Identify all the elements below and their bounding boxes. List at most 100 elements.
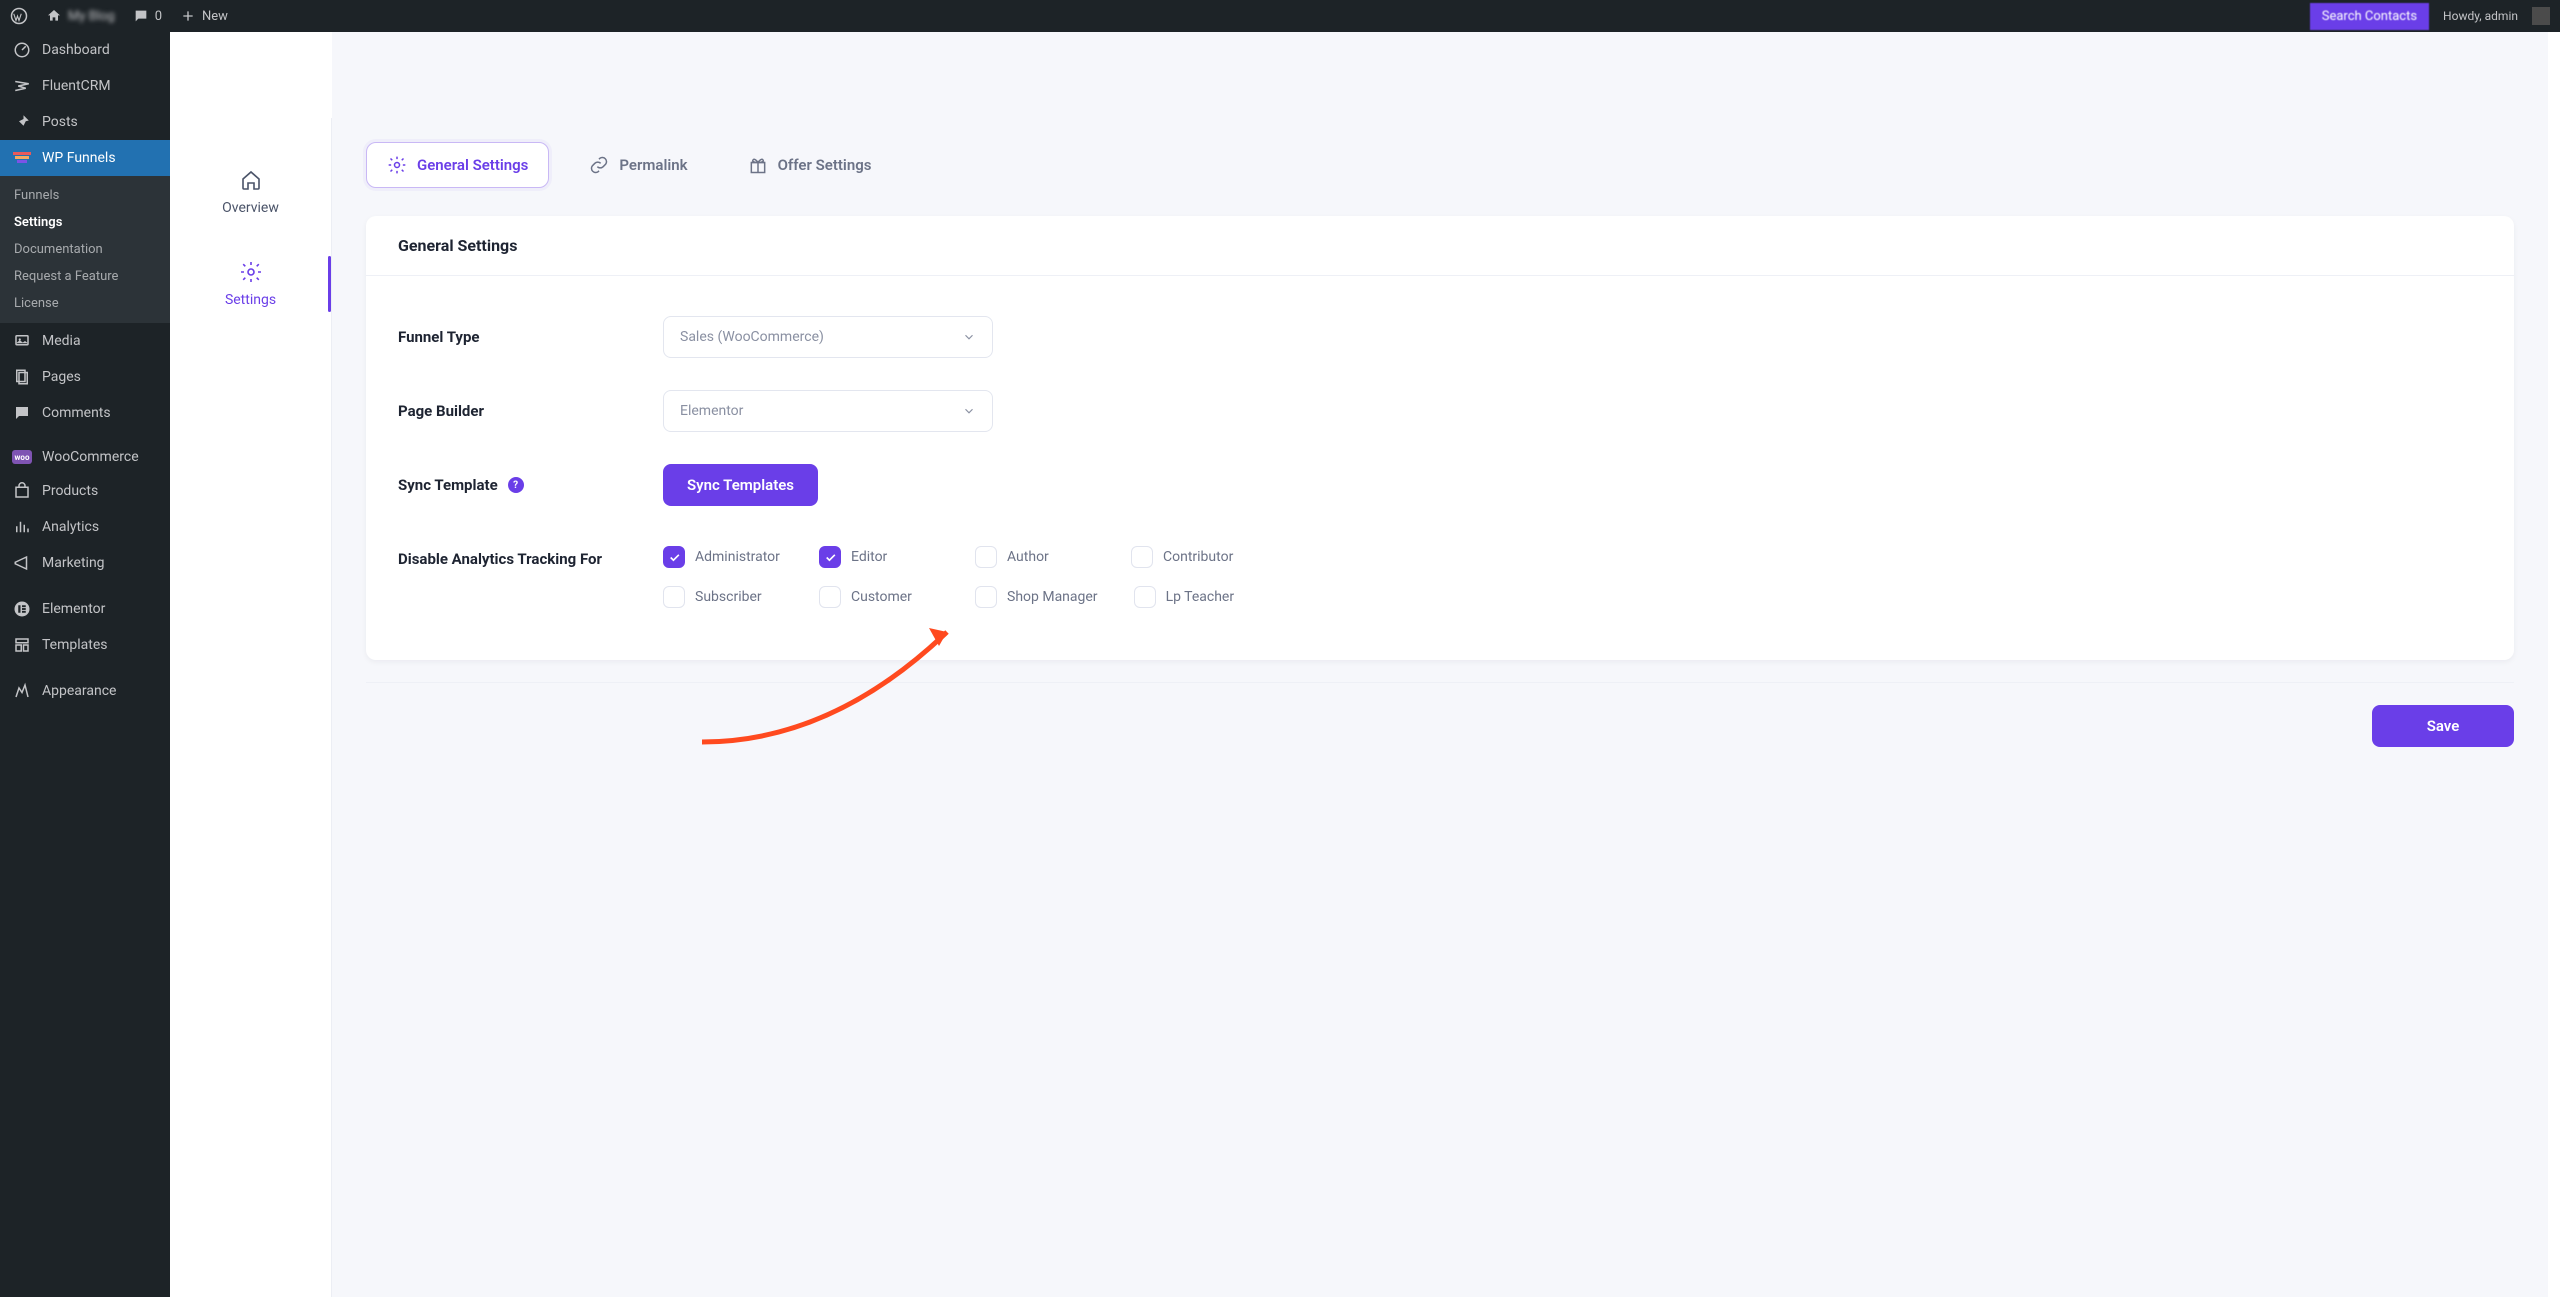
role-checkbox-author[interactable]: Author (975, 546, 1095, 568)
gift-icon (748, 155, 768, 175)
appearance-icon (12, 681, 32, 701)
tab-permalink[interactable]: Permalink (569, 142, 707, 188)
sidebar-item-media[interactable]: Media (0, 323, 170, 359)
checkbox[interactable] (819, 546, 841, 568)
tab-offer-settings[interactable]: Offer Settings (728, 142, 892, 188)
gear-icon (239, 260, 263, 284)
sidebar-item-analytics[interactable]: Analytics (0, 509, 170, 545)
wp-logo-icon[interactable] (10, 7, 28, 25)
select-funnel-type[interactable]: Sales (WooCommerce) (663, 316, 993, 358)
role-checkbox-editor[interactable]: Editor (819, 546, 939, 568)
sidebar-item-products[interactable]: Products (0, 473, 170, 509)
sidebar-item-templates[interactable]: Templates (0, 627, 170, 663)
checkbox[interactable] (1131, 546, 1153, 568)
analytics-icon (12, 517, 32, 537)
role-label: Shop Manager (1007, 589, 1098, 605)
roles-checkbox-grid: Administrator Editor Author Contributor Subs… (663, 546, 1383, 608)
pages-icon (12, 367, 32, 387)
role-checkbox-administrator[interactable]: Administrator (663, 546, 783, 568)
role-label: Administrator (695, 549, 780, 565)
search-contacts-button[interactable]: Search Contacts (2310, 3, 2429, 30)
wp-admin-sidebar: Dashboard FluentCRM Posts WP Funnels Fun… (0, 32, 170, 1297)
sync-templates-button[interactable]: Sync Templates (663, 464, 818, 506)
plugin-main: General Settings Permalink Offer Setting… (332, 32, 2548, 1297)
comments-icon (12, 403, 32, 423)
elementor-icon (12, 599, 32, 619)
panel-heading: General Settings (366, 216, 2514, 276)
label-disable-analytics: Disable Analytics Tracking For (398, 546, 663, 568)
checkbox[interactable] (663, 546, 685, 568)
sub-license[interactable]: License (0, 290, 170, 317)
sidebar-item-pages[interactable]: Pages (0, 359, 170, 395)
help-icon[interactable]: ? (508, 477, 524, 493)
checkbox[interactable] (819, 586, 841, 608)
sidebar-item-fluentcrm[interactable]: FluentCRM (0, 68, 170, 104)
role-checkbox-shop-manager[interactable]: Shop Manager (975, 586, 1098, 608)
role-checkbox-subscriber[interactable]: Subscriber (663, 586, 783, 608)
sidebar-item-woocommerce[interactable]: wooWooCommerce (0, 441, 170, 473)
tab-general-settings[interactable]: General Settings (366, 142, 549, 188)
pin-icon (12, 112, 32, 132)
wp-admin-bar: My Blog 0 New Search Contacts Howdy, adm… (0, 0, 2560, 32)
sidebar-item-elementor[interactable]: Elementor (0, 591, 170, 627)
label-funnel-type: Funnel Type (398, 328, 663, 346)
role-checkbox-customer[interactable]: Customer (819, 586, 939, 608)
gear-icon (387, 155, 407, 175)
chevron-down-icon (962, 404, 976, 418)
sidebar-item-wpfunnels[interactable]: WP Funnels (0, 140, 170, 176)
sidebar-item-posts[interactable]: Posts (0, 104, 170, 140)
general-settings-panel: General Settings Funnel Type Sales (WooC… (366, 216, 2514, 660)
row-funnel-type: Funnel Type Sales (WooCommerce) (398, 300, 2482, 374)
settings-tabs: General Settings Permalink Offer Setting… (366, 142, 2514, 188)
woocommerce-icon: woo (12, 450, 32, 464)
role-label: Customer (851, 589, 912, 605)
role-label: Contributor (1163, 549, 1233, 565)
fluentcrm-icon (12, 76, 32, 96)
site-name: My Blog (68, 9, 115, 24)
row-disable-analytics: Disable Analytics Tracking For Administr… (398, 522, 2482, 624)
settings-sidebar: Overview Settings (170, 118, 332, 1297)
products-icon (12, 481, 32, 501)
nav-overview[interactable]: Overview (170, 146, 331, 238)
role-checkbox-contributor[interactable]: Contributor (1131, 546, 1251, 568)
checkbox[interactable] (975, 546, 997, 568)
label-sync-template: Sync Template ? (398, 476, 663, 494)
new-content-link[interactable]: New (180, 8, 228, 24)
new-label: New (202, 9, 228, 24)
link-icon (589, 155, 609, 175)
role-label: Lp Teacher (1166, 589, 1235, 605)
user-avatar[interactable] (2532, 7, 2550, 25)
home-icon (239, 168, 263, 192)
comments-count: 0 (155, 9, 162, 24)
sub-documentation[interactable]: Documentation (0, 236, 170, 263)
sidebar-item-comments[interactable]: Comments (0, 395, 170, 431)
dashboard-icon (12, 40, 32, 60)
select-page-builder[interactable]: Elementor (663, 390, 993, 432)
media-icon (12, 331, 32, 351)
row-page-builder: Page Builder Elementor (398, 374, 2482, 448)
sub-settings[interactable]: Settings (0, 209, 170, 236)
checkbox[interactable] (975, 586, 997, 608)
save-button[interactable]: Save (2372, 705, 2514, 747)
sub-funnels[interactable]: Funnels (0, 182, 170, 209)
site-home-link[interactable]: My Blog (46, 8, 115, 24)
row-sync-template: Sync Template ? Sync Templates (398, 448, 2482, 522)
role-label: Author (1007, 549, 1049, 565)
footer-bar: Save (366, 682, 2514, 747)
chevron-down-icon (962, 330, 976, 344)
howdy-text[interactable]: Howdy, admin (2443, 9, 2518, 23)
role-checkbox-lp-teacher[interactable]: Lp Teacher (1134, 586, 1254, 608)
marketing-icon (12, 553, 32, 573)
sidebar-item-marketing[interactable]: Marketing (0, 545, 170, 581)
checkbox[interactable] (663, 586, 685, 608)
nav-settings[interactable]: Settings (170, 238, 331, 330)
sub-request-feature[interactable]: Request a Feature (0, 263, 170, 290)
sidebar-item-appearance[interactable]: Appearance (0, 673, 170, 709)
wpfunnels-submenu: Funnels Settings Documentation Request a… (0, 176, 170, 323)
checkbox[interactable] (1134, 586, 1156, 608)
plugin-wrap: Settings Need Help? Contact Us Run Setup… (170, 32, 2560, 1297)
sidebar-item-dashboard[interactable]: Dashboard (0, 32, 170, 68)
comments-link[interactable]: 0 (133, 8, 162, 24)
wpfunnels-icon (12, 148, 32, 168)
role-label: Editor (851, 549, 887, 565)
